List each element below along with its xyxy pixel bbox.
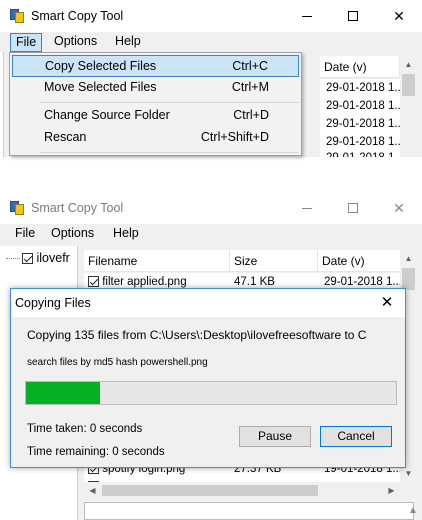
row-date: 29-01-2018 1... xyxy=(326,118,405,130)
row-checkbox[interactable] xyxy=(88,276,99,288)
menu-help[interactable]: Help xyxy=(108,225,144,244)
grid-header: Filename Size Date (v) xyxy=(84,250,400,272)
menu-item-shortcut: Ctrl+Shift+D xyxy=(200,130,269,144)
row-date: 29-01-2018 1... xyxy=(326,100,405,112)
app-icon xyxy=(10,201,24,215)
row-date: 29-01-2018 1... xyxy=(326,82,405,94)
menu-options[interactable]: Options xyxy=(49,33,102,52)
app-icon xyxy=(10,9,24,23)
cancel-button[interactable]: Cancel xyxy=(320,426,392,447)
folder-tree-edge xyxy=(0,52,4,157)
close-icon: ✕ xyxy=(380,294,394,311)
tree-item-label: ilovefr xyxy=(36,251,70,265)
scroll-thumb[interactable] xyxy=(102,485,318,496)
scroll-left-icon[interactable]: ◀ xyxy=(84,482,101,499)
menu-separator xyxy=(40,152,299,153)
grid-header: Date (v) xyxy=(320,56,400,78)
progress-bar xyxy=(25,381,397,405)
dialog-close-button[interactable]: ✕ xyxy=(377,294,397,312)
menu-item-shortcut: Ctrl+D xyxy=(233,108,269,122)
menu-item-label: Rescan xyxy=(44,130,87,144)
time-remaining: Time remaining: 0 seconds xyxy=(27,446,165,458)
menu-item-copy-selected[interactable]: Copy Selected Files Ctrl+C xyxy=(12,55,299,77)
menu-separator xyxy=(40,102,299,103)
menu-item-move-selected[interactable]: Move Selected Files Ctrl+M xyxy=(12,77,299,99)
menu-help[interactable]: Help xyxy=(110,33,146,52)
scroll-up-icon[interactable]: ▲ xyxy=(400,250,417,267)
scroll-up-icon[interactable]: ▲ xyxy=(400,56,417,73)
minimize-button[interactable] xyxy=(284,192,330,224)
minimize-icon xyxy=(302,207,312,209)
col-date[interactable]: Date (v) xyxy=(320,56,400,78)
time-taken: Time taken: 0 seconds xyxy=(27,423,143,435)
tree-item[interactable]: ilovefr xyxy=(22,251,70,265)
tree-line xyxy=(6,258,20,259)
status-area xyxy=(84,502,414,520)
progress-fill xyxy=(26,382,100,404)
menu-item-label: Copy Selected Files xyxy=(45,59,157,73)
menu-item-label: Change Source Folder xyxy=(44,108,170,122)
menu-file[interactable]: File xyxy=(10,33,43,52)
file-grid: 29-01-2018 1... 29-01-2018 1... 29-01-20… xyxy=(320,79,405,157)
menu-item-shortcut: Ctrl+C xyxy=(232,59,268,73)
maximize-button[interactable] xyxy=(330,0,376,32)
dialog-title: Copying Files xyxy=(15,296,91,310)
menu-options[interactable]: Options xyxy=(46,225,99,244)
maximize-icon xyxy=(348,11,358,21)
col-size[interactable]: Size xyxy=(230,250,318,272)
minimize-icon xyxy=(302,15,312,17)
pause-button[interactable]: Pause xyxy=(239,426,311,447)
menu-bar: File Options Help xyxy=(0,32,422,52)
close-icon: ✕ xyxy=(393,199,405,216)
close-icon: ✕ xyxy=(393,7,405,24)
col-filename[interactable]: Filename xyxy=(84,250,230,272)
maximize-button[interactable] xyxy=(330,192,376,224)
menu-item-change-source[interactable]: Change Source Folder Ctrl+D xyxy=(12,105,299,127)
col-date[interactable]: Date (v) xyxy=(318,250,400,272)
close-button[interactable]: ✕ xyxy=(376,0,422,32)
window-title: Smart Copy Tool xyxy=(31,201,124,215)
title-bar: Smart Copy Tool ✕ xyxy=(0,0,422,32)
row-date: 29-01-2018 1... xyxy=(326,149,404,157)
title-bar: Smart Copy Tool ✕ xyxy=(0,192,422,224)
scroll-thumb[interactable] xyxy=(402,268,415,290)
close-button[interactable]: ✕ xyxy=(376,192,422,224)
minimize-button[interactable] xyxy=(284,0,330,32)
scroll-up-icon[interactable]: ▲ xyxy=(404,502,422,520)
checkbox-checked-icon[interactable] xyxy=(22,253,33,265)
window-title: Smart Copy Tool xyxy=(31,9,124,23)
menu-item-rescan[interactable]: Rescan Ctrl+Shift+D xyxy=(12,127,299,149)
maximize-icon xyxy=(348,203,358,213)
horizontal-scrollbar[interactable]: ◀ ▶ xyxy=(84,482,400,499)
menu-file[interactable]: File xyxy=(10,225,40,244)
scroll-right-icon[interactable]: ▶ xyxy=(383,482,400,499)
menu-item-label: Move Selected Files xyxy=(44,80,157,94)
copying-files-dialog: Copying Files ✕ Copying 135 files from C… xyxy=(10,288,406,468)
cell-filename: filter applied.png xyxy=(102,276,187,288)
menu-bar: File Options Help xyxy=(0,224,422,244)
dialog-title-bar: Copying Files ✕ xyxy=(11,289,405,317)
copy-message: Copying 135 files from C:\Users\:Desktop… xyxy=(27,328,367,342)
current-file: search files by md5 hash powershell.png xyxy=(27,357,208,368)
scroll-thumb[interactable] xyxy=(402,74,415,96)
file-menu-dropdown: Copy Selected Files Ctrl+C Move Selected… xyxy=(9,52,302,156)
menu-item-shortcut: Ctrl+M xyxy=(231,80,269,94)
vertical-scrollbar[interactable]: ▲ xyxy=(400,56,417,157)
